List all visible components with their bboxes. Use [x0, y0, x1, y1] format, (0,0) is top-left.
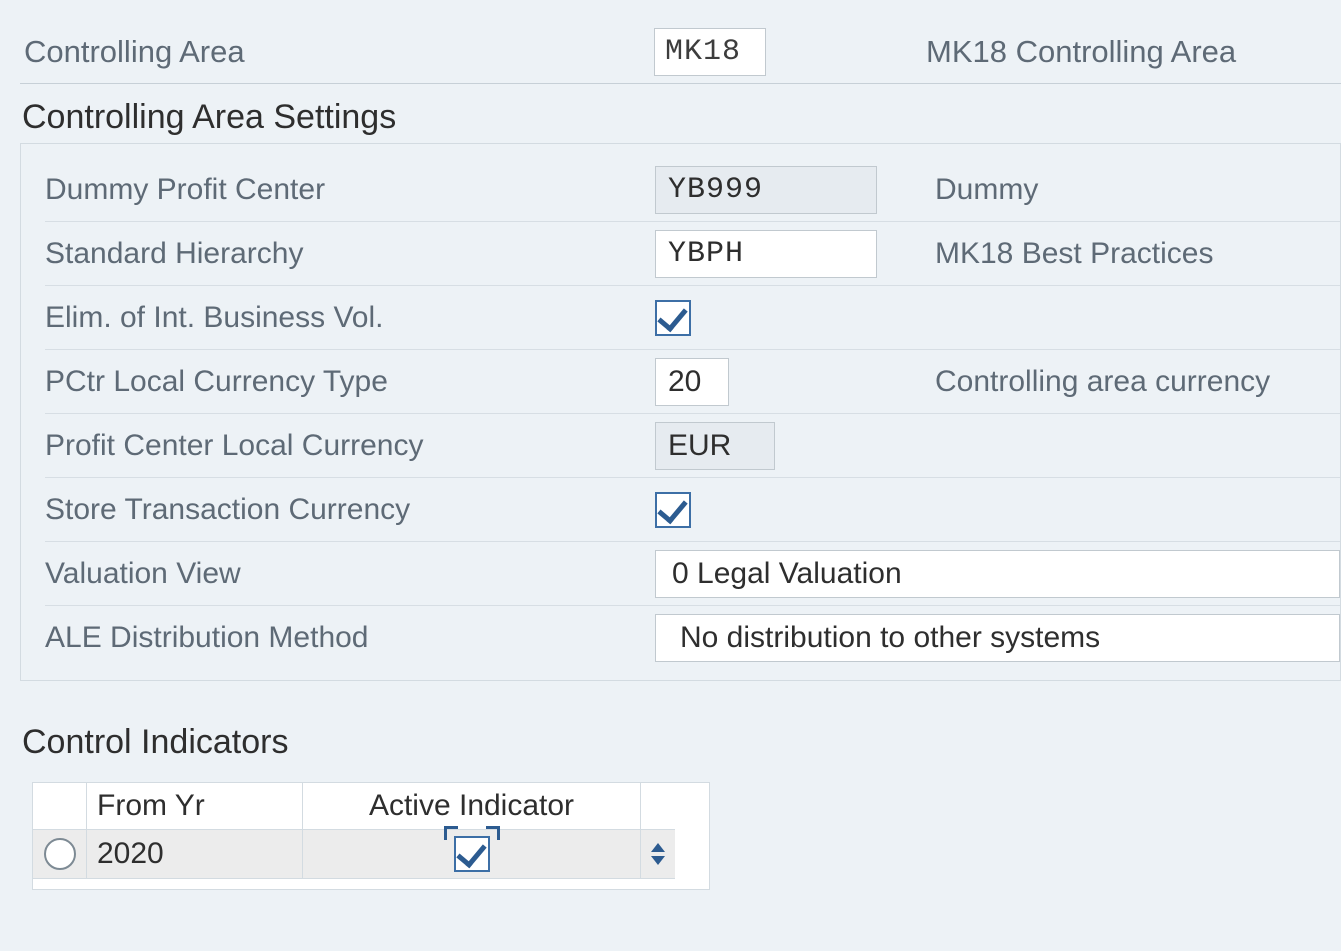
valuation-view-label: Valuation View	[45, 557, 655, 591]
col-header-select	[33, 783, 87, 830]
dummy-profit-center-row: Dummy Profit Center Dummy	[45, 158, 1340, 222]
elim-int-business-checkbox[interactable]	[655, 300, 691, 336]
standard-hierarchy-label: Standard Hierarchy	[45, 237, 655, 271]
table-row: 2020	[33, 830, 709, 879]
active-indicator-cell[interactable]	[303, 830, 641, 879]
focus-bracket-icon	[444, 826, 458, 840]
profit-center-local-curr-field[interactable]	[655, 422, 775, 470]
col-header-active-indicator[interactable]: Active Indicator	[303, 783, 641, 830]
standard-hierarchy-field[interactable]	[655, 230, 877, 278]
ale-dist-method-label: ALE Distribution Method	[45, 621, 655, 655]
valuation-view-row: Valuation View 0 Legal Valuation	[45, 542, 1340, 606]
active-indicator-checkbox[interactable]	[454, 836, 490, 872]
pctr-local-curr-type-label: PCtr Local Currency Type	[45, 365, 655, 399]
valuation-view-select[interactable]: 0 Legal Valuation	[655, 550, 1340, 598]
col-header-scroll	[641, 783, 675, 830]
dummy-profit-center-desc: Dummy	[905, 173, 1038, 207]
controlling-area-desc: MK18 Controlling Area	[926, 34, 1236, 70]
store-trans-curr-label: Store Transaction Currency	[45, 493, 655, 527]
scroll-up-icon[interactable]	[651, 843, 665, 852]
row-select-radio[interactable]	[44, 838, 76, 870]
store-trans-curr-checkbox[interactable]	[655, 492, 691, 528]
controlling-area-row: Controlling Area MK18 MK18 Controlling A…	[20, 20, 1341, 84]
pctr-local-curr-type-desc: Controlling area currency	[905, 365, 1270, 399]
store-trans-curr-row: Store Transaction Currency	[45, 478, 1340, 542]
page-root: Controlling Area MK18 MK18 Controlling A…	[0, 0, 1341, 890]
control-indicators-heading: Control Indicators	[20, 717, 1341, 768]
table-scroll-cell	[641, 830, 675, 879]
dummy-profit-center-field[interactable]	[655, 166, 877, 214]
settings-group: Dummy Profit Center Dummy Standard Hiera…	[20, 143, 1341, 681]
profit-center-local-curr-label: Profit Center Local Currency	[45, 429, 655, 463]
from-yr-cell[interactable]: 2020	[87, 830, 303, 879]
table-header-row: From Yr Active Indicator	[33, 783, 709, 830]
settings-heading: Controlling Area Settings	[20, 92, 1341, 143]
profit-center-local-curr-row: Profit Center Local Currency	[45, 414, 1340, 478]
col-header-from-yr[interactable]: From Yr	[87, 783, 303, 830]
row-select-cell[interactable]	[33, 830, 87, 879]
dummy-profit-center-label: Dummy Profit Center	[45, 173, 655, 207]
controlling-area-value[interactable]: MK18	[654, 28, 766, 76]
elim-int-business-row: Elim. of Int. Business Vol.	[45, 286, 1340, 350]
controlling-area-label: Controlling Area	[24, 34, 654, 70]
ale-dist-method-row: ALE Distribution Method No distribution …	[45, 606, 1340, 670]
scroll-down-icon[interactable]	[651, 856, 665, 865]
standard-hierarchy-desc: MK18 Best Practices	[905, 237, 1213, 271]
elim-int-business-label: Elim. of Int. Business Vol.	[45, 301, 655, 335]
pctr-local-curr-type-row: PCtr Local Currency Type Controlling are…	[45, 350, 1340, 414]
pctr-local-curr-type-field[interactable]	[655, 358, 729, 406]
ale-dist-method-select[interactable]: No distribution to other systems	[655, 614, 1340, 662]
standard-hierarchy-row: Standard Hierarchy MK18 Best Practices	[45, 222, 1340, 286]
focus-bracket-icon	[486, 826, 500, 840]
control-indicators-table: From Yr Active Indicator 2020	[32, 782, 710, 890]
